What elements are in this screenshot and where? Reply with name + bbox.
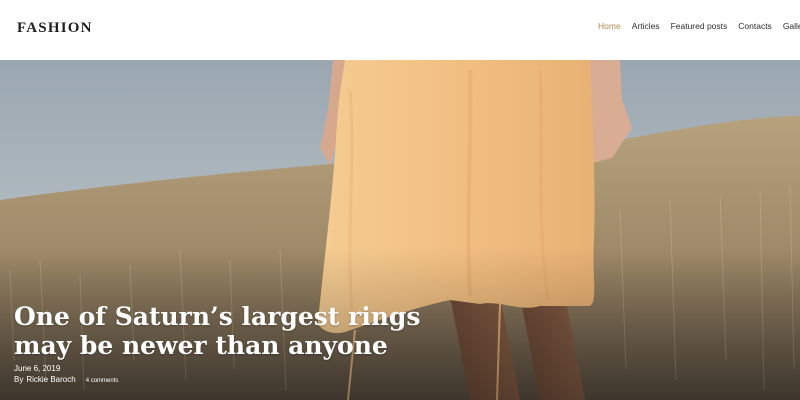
site-logo[interactable]: FASHION [17, 20, 93, 37]
headline-line-2: may be newer than anyone [14, 331, 388, 360]
hero-banner[interactable]: One of Saturn’s largest rings may be new… [0, 60, 800, 400]
site-header: FASHION Home Articles Featured posts Con… [0, 0, 800, 60]
post-meta: By Rickie Baroch 4 comments [14, 375, 118, 384]
nav-item-featured-posts[interactable]: Featured posts [671, 21, 728, 31]
comments-link[interactable]: 4 comments [86, 378, 119, 384]
nav-item-home[interactable]: Home [598, 21, 621, 31]
nav-item-articles[interactable]: Articles [632, 21, 660, 31]
author-link[interactable]: Rickie Baroch [26, 375, 75, 384]
post-date: June 6, 2019 [14, 364, 61, 373]
headline-line-1: One of Saturn’s largest rings [14, 302, 421, 331]
hero-headline[interactable]: One of Saturn’s largest rings may be new… [14, 302, 434, 360]
byline-prefix: By [14, 375, 24, 384]
nav-item-gallery[interactable]: Gallery [783, 21, 800, 31]
nav-item-contacts[interactable]: Contacts [738, 21, 772, 31]
main-nav: Home Articles Featured posts Contacts Ga… [598, 21, 800, 31]
